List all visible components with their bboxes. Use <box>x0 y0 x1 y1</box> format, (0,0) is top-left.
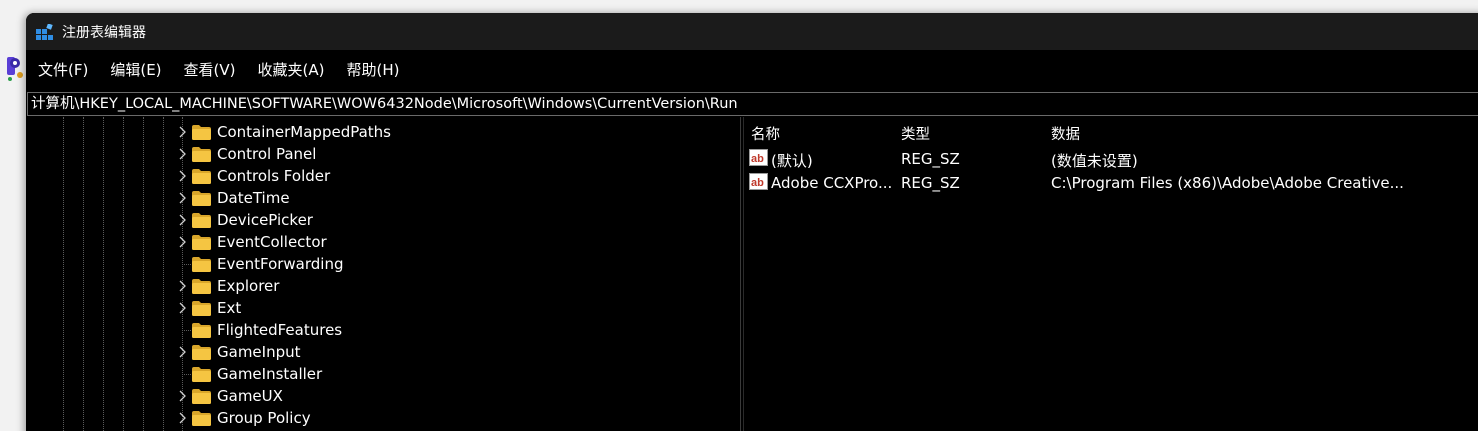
folder-icon <box>192 147 211 162</box>
folder-icon <box>192 323 211 338</box>
tree-item-label: GameInput <box>217 343 301 361</box>
menu-bar: 文件(F) 编辑(E) 查看(V) 收藏夹(A) 帮助(H) <box>26 50 1478 90</box>
folder-icon <box>192 235 211 250</box>
folder-icon <box>192 411 211 426</box>
folder-icon <box>192 213 211 228</box>
tree-branch-line <box>182 330 191 331</box>
menu-help[interactable]: 帮助(H) <box>335 55 410 85</box>
tree-item[interactable]: Explorer <box>26 275 740 297</box>
value-type: REG_SZ <box>901 150 960 168</box>
tree-item[interactable]: Controls Folder <box>26 165 740 187</box>
tree-item[interactable]: Control Panel <box>26 143 740 165</box>
string-value-icon: ab <box>749 149 768 166</box>
chevron-right-icon[interactable] <box>177 236 187 248</box>
tree-item[interactable]: Group Policy <box>26 407 740 429</box>
tree-item[interactable]: DateTime <box>26 187 740 209</box>
chevron-right-icon[interactable] <box>177 302 187 314</box>
tree-item-label: Explorer <box>217 277 280 295</box>
window-title: 注册表编辑器 <box>62 25 146 41</box>
chevron-right-icon[interactable] <box>177 412 187 424</box>
desktop-app-icon <box>7 57 23 81</box>
tree-item-label: GameUX <box>217 387 283 405</box>
values-list-pane[interactable]: 名称 类型 数据 ab (默认) REG_SZ (数值未设置) ab Adobe CCXP… <box>744 117 1478 431</box>
tree-item[interactable]: DevicePicker <box>26 209 740 231</box>
folder-icon <box>192 389 211 404</box>
tree-item-label: EventCollector <box>217 233 327 251</box>
registry-editor-icon <box>36 24 53 40</box>
value-data: (数值未设置) <box>1051 152 1138 170</box>
folder-icon <box>192 279 211 294</box>
address-bar[interactable]: 计算机\HKEY_LOCAL_MACHINE\SOFTWARE\WOW6432N… <box>27 92 1478 116</box>
registry-editor-window: 注册表编辑器 文件(F) 编辑(E) 查看(V) 收藏夹(A) 帮助(H) 计算… <box>26 13 1478 431</box>
tree-item-label: Group Policy <box>217 409 311 427</box>
tree-item[interactable]: GameUX <box>26 385 740 407</box>
column-header-name[interactable]: 名称 <box>751 123 780 144</box>
tree-item[interactable]: EventForwarding <box>26 253 740 275</box>
string-value-icon: ab <box>749 173 768 190</box>
folder-icon <box>192 191 211 206</box>
tree-item-label: ContainerMappedPaths <box>217 123 391 141</box>
chevron-right-icon[interactable] <box>177 170 187 182</box>
tree-item-label: FlightedFeatures <box>217 321 343 339</box>
tree-item[interactable]: FlightedFeatures <box>26 319 740 341</box>
value-name: (默认) <box>771 152 813 170</box>
chevron-right-icon[interactable] <box>177 346 187 358</box>
tree-item[interactable]: GameInput <box>26 341 740 363</box>
chevron-right-icon[interactable] <box>177 390 187 402</box>
menu-view[interactable]: 查看(V) <box>173 55 247 85</box>
chevron-right-icon[interactable] <box>177 280 187 292</box>
chevron-right-icon[interactable] <box>177 192 187 204</box>
value-type: REG_SZ <box>901 174 960 192</box>
value-row[interactable]: ab (默认) REG_SZ (数值未设置) <box>744 146 1478 170</box>
menu-favorites[interactable]: 收藏夹(A) <box>247 55 336 85</box>
tree-item-label: GameInstaller <box>217 365 323 383</box>
folder-icon <box>192 301 211 316</box>
tree-branch-line <box>182 374 191 375</box>
column-header-type[interactable]: 类型 <box>901 123 930 144</box>
svg-text:ab: ab <box>751 153 764 165</box>
value-name: Adobe CCXPro... <box>771 174 893 192</box>
tree-item-label: Controls Folder <box>217 167 331 185</box>
chevron-right-icon[interactable] <box>177 126 187 138</box>
folder-icon <box>192 345 211 360</box>
tree-item-label: Control Panel <box>217 145 317 163</box>
tree-item-label: DevicePicker <box>217 211 313 229</box>
tree-item[interactable]: Ext <box>26 297 740 319</box>
title-bar[interactable]: 注册表编辑器 <box>26 13 1478 50</box>
tree-item-label: EventForwarding <box>217 255 344 273</box>
folder-icon <box>192 257 211 272</box>
tree-item[interactable]: GameInstaller <box>26 363 740 385</box>
tree-item-label: Ext <box>217 299 242 317</box>
svg-text:ab: ab <box>751 177 764 189</box>
tree-item[interactable]: EventCollector <box>26 231 740 253</box>
chevron-right-icon[interactable] <box>177 148 187 160</box>
value-row[interactable]: ab Adobe CCXPro... REG_SZ C:\Program Files … <box>744 170 1478 194</box>
menu-edit[interactable]: 编辑(E) <box>99 55 172 85</box>
value-data: C:\Program Files (x86)\Adobe\Adobe Creat… <box>1051 174 1404 192</box>
folder-icon <box>192 367 211 382</box>
tree-item[interactable]: ContainerMappedPaths <box>26 121 740 143</box>
folder-icon <box>192 125 211 140</box>
list-header: 名称 类型 数据 <box>744 117 1478 143</box>
menu-file[interactable]: 文件(F) <box>27 55 99 85</box>
folder-icon <box>192 169 211 184</box>
tree-item-label: DateTime <box>217 189 290 207</box>
tree-branch-line <box>182 264 191 265</box>
column-header-data[interactable]: 数据 <box>1051 123 1080 144</box>
key-tree-pane[interactable]: ContainerMappedPaths Control Panel Control… <box>26 117 740 431</box>
chevron-right-icon[interactable] <box>177 214 187 226</box>
